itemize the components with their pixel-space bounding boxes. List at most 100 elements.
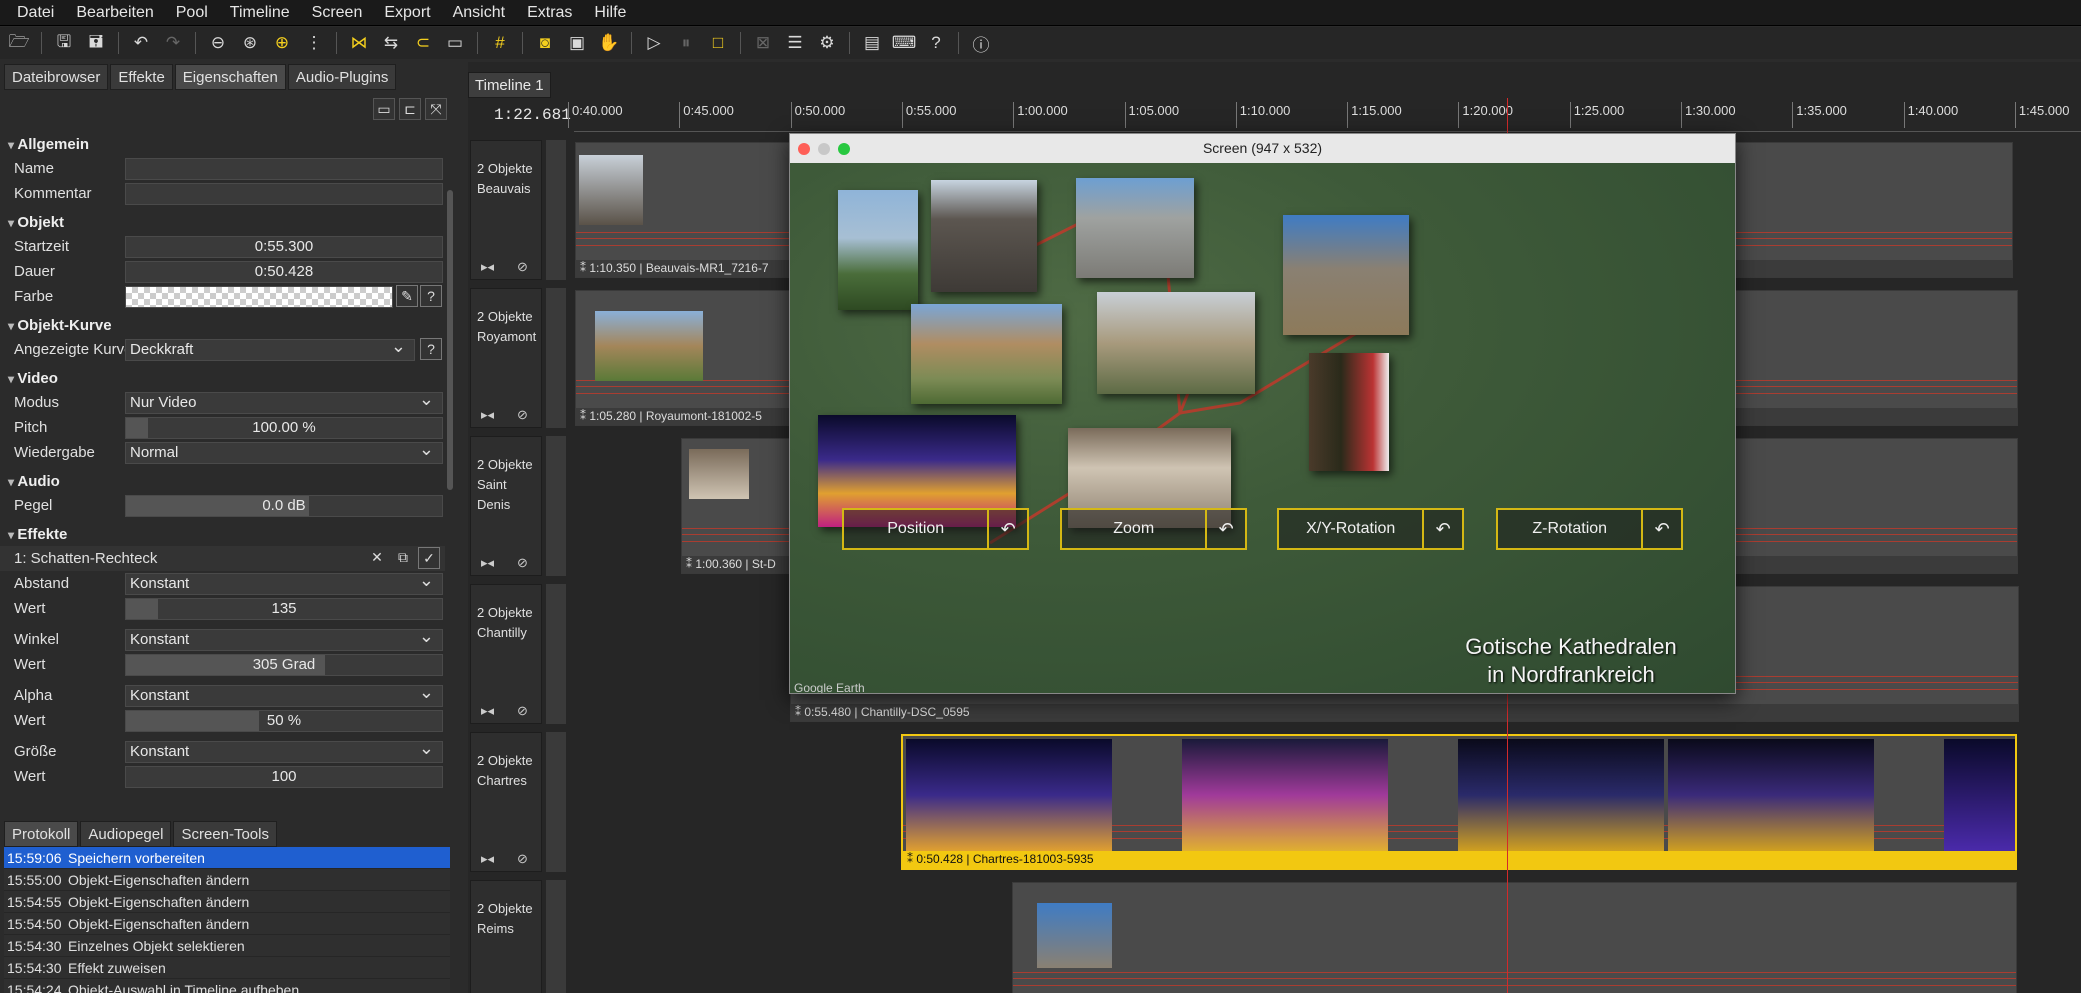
name-field[interactable] — [125, 157, 443, 180]
tab-timeline-1[interactable]: Timeline 1 — [468, 72, 551, 98]
tab-protokoll[interactable]: Protokoll — [4, 821, 79, 847]
redo-icon[interactable]: ↷ — [160, 30, 186, 56]
marker-icon[interactable]: ⋮ — [301, 30, 327, 56]
menu-extras[interactable]: Extras — [516, 0, 583, 26]
photo-beauvais-cathedral[interactable] — [931, 180, 1037, 292]
track-play-icon[interactable]: ▸◂ — [481, 259, 494, 275]
color-swatch[interactable] — [125, 285, 393, 308]
keyboard-icon[interactable]: ⌨ — [891, 30, 917, 56]
open-folder-icon[interactable]: 🗁 — [6, 30, 32, 56]
alpha-dropdown[interactable]: Konstant — [125, 682, 443, 707]
info-icon[interactable]: ⓘ — [968, 30, 994, 56]
eyedropper-icon[interactable]: ✎ — [396, 285, 418, 307]
menu-export[interactable]: Export — [373, 0, 441, 26]
undo-icon[interactable]: ↶ — [128, 30, 154, 56]
z-rotation-control[interactable]: Z-Rotation ↶ — [1496, 508, 1683, 550]
properties-scrollbar[interactable] — [447, 190, 453, 490]
tab-eigenschaften[interactable]: Eigenschaften — [174, 64, 286, 90]
track-mute-icon[interactable]: ⊘ — [517, 407, 528, 423]
section-video[interactable]: Video — [0, 368, 445, 390]
track-header[interactable]: 2 Objekte Beauvais ▸◂ ⊘ — [470, 140, 542, 280]
zoom-out-icon[interactable]: ⊖ — [205, 30, 231, 56]
photo-royaumont-abbey[interactable] — [911, 304, 1062, 404]
track-play-icon[interactable]: ▸◂ — [481, 851, 494, 867]
save-as-icon[interactable]: 🖬 — [83, 30, 109, 56]
photo-chantilly-castle[interactable] — [1097, 292, 1255, 394]
tab-audiopegel[interactable]: Audiopegel — [80, 821, 172, 847]
timeline-clip[interactable]: ⁑ 0:50.428 | Chartres-181003-5935 — [901, 734, 2017, 870]
maximize-window-button[interactable] — [838, 143, 850, 155]
tab-effekte[interactable]: Effekte — [110, 64, 173, 90]
track-mute-icon[interactable]: ⊘ — [517, 555, 528, 571]
tab-screen-tools[interactable]: Screen-Tools — [173, 821, 277, 847]
winkel-wert-slider[interactable]: 305 Grad — [125, 653, 443, 676]
log-entry[interactable]: 15:54:55 Objekt-Eigenschaften ändern — [4, 891, 450, 913]
track-header[interactable]: 2 ObjekteReims▸◂⊘ — [470, 880, 542, 993]
help-icon[interactable]: ? — [923, 30, 949, 56]
track-header[interactable]: 2 Objekte Chartres ▸◂ ⊘ — [470, 732, 542, 872]
screen-icon[interactable]: ▣ — [564, 30, 590, 56]
swap-icon[interactable]: ⇆ — [378, 30, 404, 56]
log-entry[interactable]: 15:55:00 Objekt-Eigenschaften ändern — [4, 869, 450, 891]
save-icon[interactable]: 🖫 — [51, 30, 77, 56]
winkel-dropdown[interactable]: Konstant — [125, 626, 443, 651]
kurve-dropdown[interactable]: Deckkraft — [125, 336, 415, 361]
menu-timeline[interactable]: Timeline — [219, 0, 301, 26]
preview-icon[interactable]: ◙ — [532, 30, 558, 56]
hand-icon[interactable]: ✋ — [596, 30, 622, 56]
delete-icon[interactable]: ⊠ — [750, 30, 776, 56]
dauer-field[interactable]: 0:50.428 — [125, 260, 443, 283]
abstand-wert-slider[interactable]: 135 — [125, 597, 443, 620]
modus-dropdown[interactable]: Nur Video — [125, 389, 443, 414]
zoom-in-icon[interactable]: ⊕ — [269, 30, 295, 56]
copy-effect-icon[interactable]: ⧉ — [392, 547, 414, 569]
remove-effect-icon[interactable]: ✕ — [366, 547, 388, 569]
position-control[interactable]: Position ↶ — [842, 508, 1029, 550]
log-entry[interactable]: 15:54:30 Effekt zuweisen — [4, 957, 450, 979]
photo-modern-church[interactable] — [838, 190, 918, 310]
minimize-window-button[interactable] — [818, 143, 830, 155]
pause-icon[interactable]: ⏸ — [673, 30, 699, 56]
startzeit-field[interactable]: 0:55.300 — [125, 235, 443, 258]
comments-icon[interactable]: ▤ — [859, 30, 885, 56]
magnet-icon[interactable]: ⊂ — [410, 30, 436, 56]
track-mute-icon[interactable]: ⊘ — [517, 703, 528, 719]
menu-hilfe[interactable]: Hilfe — [583, 0, 637, 26]
abstand-dropdown[interactable]: Konstant — [125, 570, 443, 595]
photo-champagne-bottles[interactable] — [1309, 353, 1389, 471]
photo-amiens-cathedral[interactable] — [1076, 178, 1194, 278]
track-header[interactable]: 2 Objekte Royamont ▸◂ ⊘ — [470, 288, 542, 428]
section-objekt-kurve[interactable]: Objekt-Kurve — [0, 315, 445, 337]
kurve-help-button[interactable]: ? — [420, 338, 442, 360]
menu-ansicht[interactable]: Ansicht — [442, 0, 516, 26]
section-allgemein[interactable]: Allgemein — [0, 134, 445, 156]
pegel-slider[interactable]: 0.0 dB — [125, 494, 443, 517]
section-audio[interactable]: Audio — [0, 471, 445, 493]
zoom-fit-icon[interactable]: ⊛ — [237, 30, 263, 56]
tab-audio-plugins[interactable]: Audio-Plugins — [287, 64, 397, 90]
timeline-clip[interactable]: ⁑ — [1012, 882, 2017, 993]
xy-rotation-control[interactable]: X/Y-Rotation ↶ — [1277, 508, 1464, 550]
section-objekt[interactable]: Objekt — [0, 212, 445, 234]
track-mute-icon[interactable]: ⊘ — [517, 851, 528, 867]
z-rotation-reset-icon[interactable]: ↶ — [1641, 510, 1681, 548]
photo-reims-cathedral[interactable] — [1283, 215, 1409, 335]
alpha-wert-slider[interactable]: 50 % — [125, 709, 443, 732]
open-icon[interactable]: ⊏ — [399, 98, 421, 120]
pitch-slider[interactable]: 100.00 % — [125, 416, 443, 439]
track-play-icon[interactable]: ▸◂ — [481, 703, 494, 719]
menu-pool[interactable]: Pool — [165, 0, 219, 26]
ruler-icon[interactable]: ▭ — [442, 30, 468, 56]
checklist-icon[interactable]: ☰ — [782, 30, 808, 56]
title-overlay-text[interactable]: Gotische Kathedralen in Nordfrankreich — [1441, 633, 1701, 689]
wiedergabe-dropdown[interactable]: Normal — [125, 439, 443, 464]
section-effekte[interactable]: Effekte — [0, 524, 445, 546]
grid-icon[interactable]: # — [487, 30, 513, 56]
menu-screen[interactable]: Screen — [301, 0, 374, 26]
menu-datei[interactable]: Datei — [6, 0, 65, 26]
stop-icon[interactable]: □ — [705, 30, 731, 56]
log-entry[interactable]: 15:54:50 Objekt-Eigenschaften ändern — [4, 913, 450, 935]
farbe-help-button[interactable]: ? — [420, 285, 442, 307]
track-header[interactable]: 2 Objekte Chantilly ▸◂ ⊘ — [470, 584, 542, 724]
groesse-dropdown[interactable]: Konstant — [125, 738, 443, 763]
